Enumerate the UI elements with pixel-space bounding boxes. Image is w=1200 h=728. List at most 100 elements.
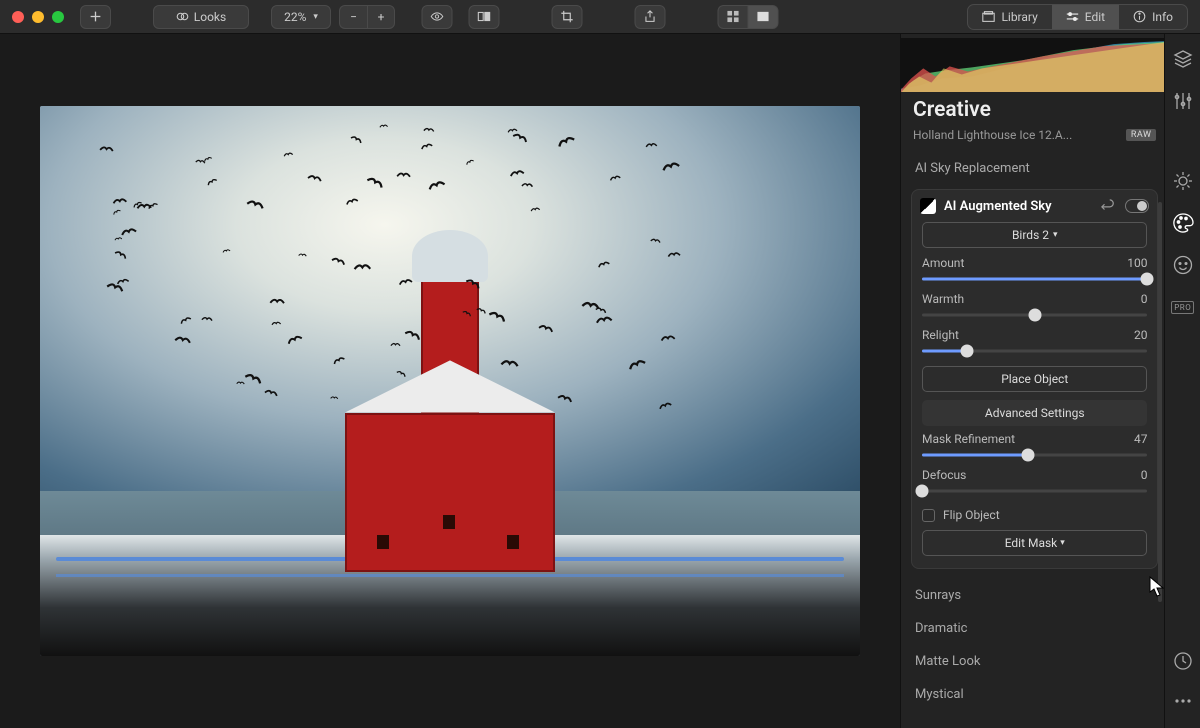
slider-mask-refinement-value: 47 bbox=[1134, 432, 1148, 446]
bird-icon bbox=[580, 297, 601, 312]
add-button[interactable] bbox=[80, 5, 111, 29]
place-object-button[interactable]: Place Object bbox=[922, 366, 1147, 392]
slider-relight-value: 20 bbox=[1134, 328, 1148, 342]
tool-sunrays[interactable]: Sunrays bbox=[913, 579, 1156, 612]
slider-amount-thumb[interactable] bbox=[1141, 273, 1154, 286]
minimize-window-icon[interactable] bbox=[32, 11, 44, 23]
bird-icon bbox=[99, 143, 115, 153]
view-mode-toggle bbox=[718, 5, 779, 29]
layers-icon[interactable] bbox=[1172, 48, 1194, 70]
bird-icon bbox=[396, 170, 412, 180]
tool-ai-sky-replacement[interactable]: AI Sky Replacement bbox=[913, 152, 1156, 185]
bird-icon bbox=[390, 341, 401, 348]
slider-relight-track[interactable] bbox=[922, 344, 1147, 358]
sky-preset-value: Birds 2 bbox=[1012, 228, 1049, 242]
panel-swatch-icon bbox=[920, 198, 936, 214]
bird-icon bbox=[500, 356, 521, 370]
slider-defocus-thumb[interactable] bbox=[916, 485, 929, 498]
edit-sidebar: Creative Holland Lighthouse Ice 12.A... … bbox=[900, 34, 1164, 728]
window-controls bbox=[12, 11, 64, 23]
panel-ai-augmented-sky: AI Augmented Sky Birds 2▾ Amount100 Warm… bbox=[911, 189, 1158, 569]
main-tabs: Library Edit Info bbox=[967, 4, 1188, 30]
flip-object-checkbox[interactable] bbox=[922, 509, 935, 522]
tab-library[interactable]: Library bbox=[968, 5, 1051, 29]
filename-row: Holland Lighthouse Ice 12.A... RAW bbox=[913, 128, 1156, 142]
bird-icon bbox=[298, 251, 308, 257]
slider-amount: Amount 100 bbox=[922, 256, 1147, 286]
tool-dramatic[interactable]: Dramatic bbox=[913, 612, 1156, 645]
slider-amount-track[interactable] bbox=[922, 272, 1147, 286]
slider-warmth-thumb[interactable] bbox=[1028, 309, 1041, 322]
bird-icon bbox=[378, 123, 388, 129]
slider-relight-thumb[interactable] bbox=[961, 345, 974, 358]
slider-mask-refinement: Mask Refinement 47 bbox=[922, 432, 1147, 462]
bird-icon bbox=[269, 296, 286, 306]
share-button[interactable] bbox=[635, 5, 666, 29]
bird-icon bbox=[201, 314, 214, 322]
looks-label: Looks bbox=[194, 10, 226, 24]
toolbar-center-tools bbox=[422, 5, 779, 29]
flip-object-row: Flip Object bbox=[922, 508, 1147, 522]
bird-icon bbox=[330, 395, 339, 401]
zoom-value: 22% bbox=[284, 10, 306, 24]
undo-icon[interactable] bbox=[1101, 199, 1115, 213]
slider-defocus: Defocus0 bbox=[922, 468, 1147, 498]
slider-relight-label: Relight bbox=[922, 328, 959, 342]
advanced-settings-button[interactable]: Advanced Settings bbox=[922, 400, 1147, 426]
adjustments-icon[interactable] bbox=[1172, 90, 1194, 112]
edit-mask-button[interactable]: Edit Mask ▾ bbox=[922, 530, 1147, 556]
slider-relight: Relight 20 bbox=[922, 328, 1147, 358]
bird-icon bbox=[353, 260, 372, 272]
filename: Holland Lighthouse Ice 12.A... bbox=[913, 128, 1118, 142]
tab-edit-label: Edit bbox=[1085, 10, 1105, 24]
tab-info[interactable]: Info bbox=[1119, 5, 1187, 29]
raw-badge: RAW bbox=[1126, 129, 1157, 141]
tool-matte-look[interactable]: Matte Look bbox=[913, 645, 1156, 678]
edited-photo bbox=[40, 106, 860, 656]
image-canvas[interactable] bbox=[0, 34, 900, 728]
slider-mask-refinement-track[interactable] bbox=[922, 448, 1147, 462]
single-view-button[interactable] bbox=[748, 5, 779, 29]
slider-mask-refinement-label: Mask Refinement bbox=[922, 432, 1015, 446]
sky-preset-dropdown[interactable]: Birds 2▾ bbox=[922, 222, 1147, 248]
tab-edit[interactable]: Edit bbox=[1052, 5, 1119, 29]
slider-defocus-track[interactable] bbox=[922, 484, 1147, 498]
tab-info-label: Info bbox=[1152, 10, 1173, 24]
tool-mystical[interactable]: Mystical bbox=[913, 678, 1156, 711]
crop-button[interactable] bbox=[552, 5, 583, 29]
close-window-icon[interactable] bbox=[12, 11, 24, 23]
looks-button[interactable]: Looks bbox=[153, 5, 249, 29]
compare-button[interactable] bbox=[469, 5, 500, 29]
zoom-in-button[interactable]: + bbox=[367, 5, 395, 29]
creative-icon[interactable] bbox=[1172, 212, 1194, 234]
slider-mask-refinement-thumb[interactable] bbox=[1021, 449, 1034, 462]
slider-warmth-track[interactable] bbox=[922, 308, 1147, 322]
zoom-out-button[interactable]: − bbox=[339, 5, 367, 29]
zoom-window-icon[interactable] bbox=[52, 11, 64, 23]
preview-button[interactable] bbox=[422, 5, 453, 29]
slider-amount-label: Amount bbox=[922, 256, 964, 270]
essentials-icon[interactable] bbox=[1172, 170, 1194, 192]
zoom-stepper: − + bbox=[339, 5, 395, 29]
slider-defocus-value: 0 bbox=[1141, 468, 1148, 482]
slider-amount-value: 100 bbox=[1127, 256, 1147, 270]
edit-mask-label: Edit Mask bbox=[1005, 536, 1058, 550]
bird-icon bbox=[111, 195, 127, 206]
section-title: Creative bbox=[913, 98, 1156, 122]
bird-icon bbox=[136, 201, 153, 212]
slider-warmth-label: Warmth bbox=[922, 292, 964, 306]
more-icon[interactable] bbox=[1172, 690, 1194, 712]
portrait-icon[interactable] bbox=[1172, 254, 1194, 276]
sidebar-scrollbar[interactable] bbox=[1158, 202, 1162, 602]
zoom-dropdown[interactable]: 22%▾ bbox=[271, 5, 331, 29]
pro-icon[interactable]: PRO bbox=[1172, 296, 1194, 318]
grid-view-button[interactable] bbox=[718, 5, 748, 29]
history-icon[interactable] bbox=[1172, 650, 1194, 672]
tool-category-rail: PRO bbox=[1164, 34, 1200, 728]
bird-icon bbox=[645, 140, 658, 149]
panel-toggle[interactable] bbox=[1125, 199, 1149, 213]
flip-object-label: Flip Object bbox=[943, 508, 1000, 522]
histogram[interactable] bbox=[901, 38, 1164, 92]
tab-library-label: Library bbox=[1001, 10, 1037, 24]
photo-rail bbox=[56, 574, 843, 577]
